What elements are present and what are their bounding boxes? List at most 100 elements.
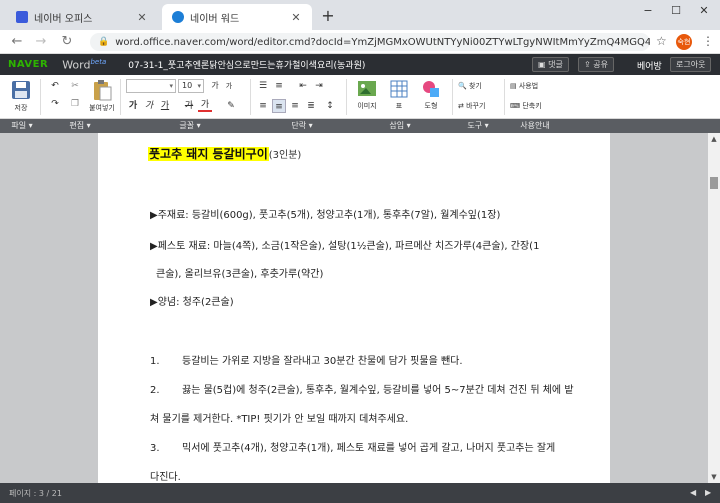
maximize-button[interactable]: ☐ [664, 4, 688, 22]
shortcut-label: 단축키 [522, 102, 542, 110]
line-spacing-icon[interactable]: ↕ [322, 99, 338, 113]
step-item[interactable]: 2. 끓는 물(5컵)에 청주(2큰술), 통후추, 월계수잎, 등갈비를 넣어 … [150, 381, 574, 396]
font-size-select[interactable]: 10 ▾ [178, 79, 204, 93]
align-right-icon[interactable]: ≡ [288, 99, 302, 113]
browser-menu-icon[interactable]: ⋮ [702, 34, 714, 48]
tab-font[interactable]: 글꼴 ▾ [170, 120, 210, 132]
share-button[interactable]: ⇪ 공유 [578, 57, 614, 72]
insert-image-button[interactable]: 이미지 [352, 79, 382, 111]
tab-edit[interactable]: 편집 ▾ [60, 120, 100, 132]
tab-help-label: 사용안내 [520, 121, 550, 130]
undo-icon[interactable]: ↶ [46, 79, 64, 93]
font-name-select[interactable]: ▾ [126, 79, 176, 93]
comment-icon: ▣ [538, 60, 549, 69]
step-item-cont[interactable]: 다진다. [150, 468, 181, 483]
scroll-up-icon[interactable]: ▲ [708, 135, 720, 143]
scrollbar-thumb[interactable] [710, 177, 718, 189]
window-close-button[interactable]: ✕ [692, 4, 716, 22]
prev-page-icon[interactable]: ◀ [690, 488, 696, 497]
indent-increase-icon[interactable]: ⇥ [312, 79, 326, 93]
back-button[interactable]: ← [8, 33, 26, 51]
tab-font-label: 글꼴 [179, 121, 195, 130]
main-ingredients[interactable]: ▶주재료: 등갈비(600g), 풋고추(5개), 청양고추(1개), 통후추(… [150, 206, 500, 221]
logout-button[interactable]: 로그아웃 [670, 57, 712, 72]
user-name[interactable]: 베어방 [637, 59, 662, 72]
document-page[interactable]: 풋고추 돼지 등갈비구이(3인분) ▶주재료: 등갈비(600g), 풋고추(5… [98, 133, 610, 483]
sauce-ingredients[interactable]: ▶양념: 청주(2큰술) [150, 293, 234, 308]
find-icon: 🔍 [458, 82, 469, 90]
font-color-button[interactable]: 가 [198, 99, 212, 112]
tab-close-icon[interactable]: ✕ [134, 11, 150, 24]
step-text: 등갈비는 가위로 지방을 잘라내고 30분간 찬물에 담가 핏물을 뺀다. [182, 356, 463, 367]
step-item[interactable]: 3. 믹서에 풋고추(4개), 청양고추(1개), 페스토 재료를 넣어 곱게 갈… [150, 439, 555, 454]
reload-button[interactable]: ↻ [58, 33, 76, 51]
share-label: 공유 [593, 60, 608, 69]
forward-button[interactable]: → [32, 33, 50, 51]
insert-shape-button[interactable]: 도형 [416, 79, 446, 111]
page-indicator: 페이지 : 3 / 21 [9, 489, 62, 498]
naver-logo[interactable]: NAVER [8, 59, 48, 70]
tab-file[interactable]: 파일 ▾ [4, 120, 40, 132]
vertical-scrollbar[interactable]: ▲ ▼ [708, 133, 720, 483]
numbered-list-icon[interactable]: ≡ [272, 79, 286, 93]
bold-button[interactable]: 가 [126, 99, 140, 113]
url-text[interactable]: word.office.naver.com/word/editor.cmd?do… [115, 37, 650, 48]
ribbon-divider [250, 79, 251, 115]
pesto-ingredients-cont[interactable]: 큰술), 올리브유(3큰술), 후춧가루(약간) [156, 265, 323, 280]
comment-button[interactable]: ▣ 댓글 [532, 57, 569, 72]
shortcut-button[interactable]: ⌨ 단축키 [510, 99, 550, 113]
tab-naver-word[interactable]: 네이버 워드 ✕ [162, 4, 312, 30]
tab-close-icon[interactable]: ✕ [288, 11, 304, 24]
serving-size: (3인분) [268, 150, 302, 161]
ribbon-divider [504, 79, 505, 115]
address-bar[interactable]: 🔒 word.office.naver.com/word/editor.cmd?… [90, 33, 650, 51]
tab-naver-office[interactable]: 네이버 오피스 ✕ [6, 4, 158, 30]
minimize-button[interactable]: − [636, 4, 660, 22]
bullet-list-icon[interactable]: ☰ [256, 79, 270, 93]
new-tab-button[interactable]: + [318, 6, 338, 25]
tab-paragraph[interactable]: 단락 ▾ [282, 120, 322, 132]
align-left-icon[interactable]: ≡ [256, 99, 270, 113]
pesto-ingredients[interactable]: ▶페스토 재료: 마늘(4쪽), 소금(1작은술), 설탕(1½큰술), 파르메… [150, 237, 539, 252]
copy-icon[interactable]: ❐ [66, 97, 84, 111]
font-shrink-icon[interactable]: 가 [222, 79, 236, 93]
tab-tools-label: 도구 [467, 121, 483, 130]
find-button[interactable]: 🔍 찾기 [458, 79, 498, 93]
strikethrough-button[interactable]: 가 [182, 99, 196, 113]
next-page-icon[interactable]: ▶ [705, 488, 711, 497]
document-title[interactable]: 07-31-1_풋고추엔론닭안심으로만드는휴가철이색요리(농과원) [128, 58, 365, 71]
underline-button[interactable]: 가 [158, 99, 172, 113]
align-center-icon[interactable]: ≡ [272, 99, 286, 113]
indent-decrease-icon[interactable]: ⇤ [296, 79, 310, 93]
profile-avatar[interactable]: 숙현 [676, 34, 692, 50]
image-label: 이미지 [357, 102, 377, 110]
tab-help[interactable]: 사용안내 [510, 120, 560, 132]
insert-table-button[interactable]: 표 [384, 79, 414, 111]
font-grow-icon[interactable]: 가 [208, 79, 222, 93]
recipe-title[interactable]: 풋고추 돼지 등갈비구이(3인분) [148, 143, 301, 162]
find-label: 찾기 [468, 82, 482, 90]
replace-button[interactable]: ⇄ 바꾸기 [458, 99, 498, 113]
paste-button[interactable]: 붙여넣기 [86, 79, 118, 113]
align-justify-icon[interactable]: ≣ [304, 99, 318, 113]
tab-title: 네이버 워드 [190, 13, 240, 25]
guide-button[interactable]: ▤ 사용법 [510, 79, 550, 93]
product-name: Word [62, 58, 91, 72]
tab-title: 네이버 오피스 [34, 13, 93, 25]
step-item-cont[interactable]: 쳐 물기를 제거한다. *TIP! 핏기가 안 보일 때까지 데쳐주세요. [150, 410, 408, 425]
highlight-icon[interactable]: ✎ [222, 99, 240, 113]
chevron-down-icon: ▾ [169, 82, 173, 90]
tab-tools[interactable]: 도구 ▾ [458, 120, 498, 132]
app-header: NAVER Wordbeta 07-31-1_풋고추엔론닭안심으로만드는휴가철이… [0, 54, 720, 75]
redo-icon[interactable]: ↷ [46, 97, 64, 111]
bookmark-star-icon[interactable]: ☆ [656, 34, 667, 48]
cut-icon[interactable]: ✂ [66, 79, 84, 93]
scroll-down-icon[interactable]: ▼ [708, 473, 720, 481]
save-icon [12, 81, 30, 99]
browser-toolbar: ← → ↻ 🔒 word.office.naver.com/word/edito… [0, 30, 720, 54]
step-item[interactable]: 1. 등갈비는 가위로 지방을 잘라내고 30분간 찬물에 담가 핏물을 뺀다. [150, 352, 463, 367]
save-button[interactable]: 저장 [6, 79, 36, 113]
office-favicon-icon [16, 11, 28, 23]
italic-button[interactable]: 가 [142, 99, 156, 113]
tab-insert[interactable]: 삽입 ▾ [380, 120, 420, 132]
